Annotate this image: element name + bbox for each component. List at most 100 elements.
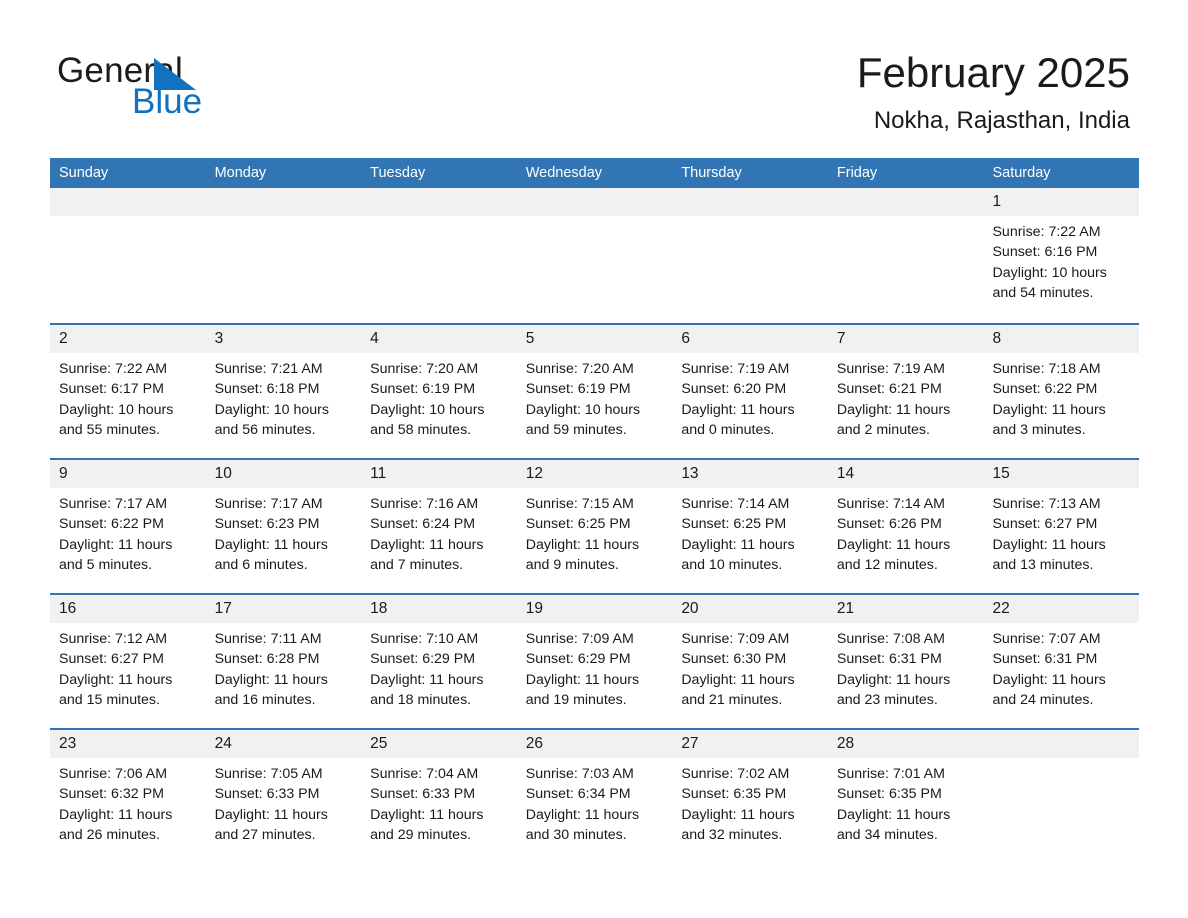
daylight-text-line1: Daylight: 11 hours (59, 671, 173, 688)
day-cell[interactable]: 13 Sunrise: 7:14 AM Sunset: 6:25 PM Dayl… (672, 460, 828, 593)
sunset-text: Sunset: 6:28 PM (214, 651, 320, 668)
day-cell[interactable]: 18 Sunrise: 7:10 AM Sunset: 6:29 PM Dayl… (361, 595, 517, 728)
day-cell[interactable]: 21 Sunrise: 7:08 AM Sunset: 6:31 PM Dayl… (827, 595, 984, 728)
day-cell[interactable]: 20 Sunrise: 7:09 AM Sunset: 6:30 PM Dayl… (672, 595, 828, 728)
day-cell[interactable]: 28 Sunrise: 7:01 AM Sunset: 6:35 PM Dayl… (827, 730, 984, 863)
day-cell[interactable]: 6 Sunrise: 7:19 AM Sunset: 6:20 PM Dayli… (672, 325, 828, 458)
day-cell[interactable]: 27 Sunrise: 7:02 AM Sunset: 6:35 PM Dayl… (672, 730, 828, 863)
day-cell[interactable] (516, 188, 673, 323)
day-number-band: 10 (205, 460, 362, 488)
day-number-band: 17 (205, 595, 362, 623)
day-cell[interactable]: 11 Sunrise: 7:16 AM Sunset: 6:24 PM Dayl… (361, 460, 517, 593)
day-cell[interactable] (50, 188, 206, 323)
sunset-text: Sunset: 6:32 PM (59, 786, 164, 803)
sunset-text: Sunset: 6:33 PM (370, 786, 476, 803)
daylight-text-line2: and 6 minutes. (214, 556, 308, 573)
day-number-band: 27 (672, 730, 828, 758)
day-details: Sunrise: 7:06 AM Sunset: 6:32 PM Dayligh… (50, 758, 206, 845)
daylight-text-line2: and 58 minutes. (370, 421, 472, 438)
day-cell[interactable]: 1 Sunrise: 7:22 AM Sunset: 6:16 PM Dayli… (983, 188, 1140, 323)
daylight-text-line1: Daylight: 11 hours (370, 536, 484, 553)
sunset-text: Sunset: 6:18 PM (214, 381, 320, 398)
daylight-text-line2: and 29 minutes. (370, 826, 472, 843)
day-number: 7 (836, 330, 846, 347)
day-number: 6 (681, 330, 690, 347)
day-details: Sunrise: 7:15 AM Sunset: 6:25 PM Dayligh… (517, 488, 673, 575)
day-cell[interactable]: 10 Sunrise: 7:17 AM Sunset: 6:23 PM Dayl… (205, 460, 362, 593)
day-number-band: 1 (983, 188, 1140, 216)
day-cell[interactable] (361, 188, 517, 323)
day-cell[interactable]: 4 Sunrise: 7:20 AM Sunset: 6:19 PM Dayli… (361, 325, 517, 458)
day-number-band: 21 (827, 595, 984, 623)
day-cell[interactable]: 9 Sunrise: 7:17 AM Sunset: 6:22 PM Dayli… (50, 460, 206, 593)
day-cell[interactable] (205, 188, 362, 323)
day-number-band: 24 (205, 730, 362, 758)
day-number: 28 (836, 735, 855, 752)
sunset-text: Sunset: 6:25 PM (525, 516, 631, 533)
daylight-text-line2: and 30 minutes. (525, 826, 627, 843)
day-number-band: 28 (827, 730, 984, 758)
daylight-text-line1: Daylight: 11 hours (992, 671, 1106, 688)
sunrise-text: Sunrise: 7:14 AM (681, 496, 790, 512)
daylight-text-line2: and 32 minutes. (681, 826, 783, 843)
daylight-text-line2: and 55 minutes. (59, 421, 160, 438)
daylight-text-line1: Daylight: 10 hours (59, 401, 174, 418)
day-cell[interactable]: 24 Sunrise: 7:05 AM Sunset: 6:33 PM Dayl… (205, 730, 362, 863)
daylight-text-line2: and 34 minutes. (836, 826, 938, 843)
daylight-text-line1: Daylight: 11 hours (836, 806, 951, 823)
day-number-band (50, 188, 206, 216)
sunrise-text: Sunrise: 7:01 AM (836, 766, 945, 782)
day-cell[interactable]: 16 Sunrise: 7:12 AM Sunset: 6:27 PM Dayl… (50, 595, 206, 728)
day-cell[interactable]: 15 Sunrise: 7:13 AM Sunset: 6:27 PM Dayl… (983, 460, 1140, 593)
day-cell[interactable] (983, 730, 1140, 863)
daylight-text-line2: and 12 minutes. (836, 556, 938, 573)
day-cell[interactable]: 19 Sunrise: 7:09 AM Sunset: 6:29 PM Dayl… (516, 595, 673, 728)
day-cell[interactable]: 26 Sunrise: 7:03 AM Sunset: 6:34 PM Dayl… (516, 730, 673, 863)
day-cell[interactable]: 7 Sunrise: 7:19 AM Sunset: 6:21 PM Dayli… (827, 325, 984, 458)
day-number-band: 19 (516, 595, 673, 623)
sunrise-text: Sunrise: 7:05 AM (214, 766, 323, 782)
day-number-band: 8 (983, 325, 1140, 353)
sunset-text: Sunset: 6:27 PM (59, 651, 164, 668)
day-cell[interactable]: 25 Sunrise: 7:04 AM Sunset: 6:33 PM Dayl… (361, 730, 517, 863)
day-number: 23 (59, 735, 77, 752)
week-row: 16 Sunrise: 7:12 AM Sunset: 6:27 PM Dayl… (50, 593, 1140, 728)
day-details: Sunrise: 7:21 AM Sunset: 6:18 PM Dayligh… (206, 353, 362, 440)
day-cell[interactable]: 8 Sunrise: 7:18 AM Sunset: 6:22 PM Dayli… (983, 325, 1140, 458)
daylight-text-line1: Daylight: 11 hours (525, 806, 640, 823)
daylight-text-line1: Daylight: 11 hours (214, 806, 328, 823)
day-cell[interactable] (672, 188, 828, 323)
day-details (361, 216, 517, 222)
day-number: 15 (992, 465, 1010, 482)
sunrise-text: Sunrise: 7:11 AM (214, 631, 322, 647)
day-cell[interactable]: 23 Sunrise: 7:06 AM Sunset: 6:32 PM Dayl… (50, 730, 206, 863)
day-details: Sunrise: 7:12 AM Sunset: 6:27 PM Dayligh… (50, 623, 206, 710)
sunset-text: Sunset: 6:31 PM (836, 651, 942, 668)
day-cell[interactable]: 2 Sunrise: 7:22 AM Sunset: 6:17 PM Dayli… (50, 325, 206, 458)
sunset-text: Sunset: 6:22 PM (59, 516, 164, 533)
location-subtitle: Nokha, Rajasthan, India (873, 107, 1130, 134)
day-number-band (361, 188, 517, 216)
daylight-text-line1: Daylight: 11 hours (214, 536, 328, 553)
day-cell[interactable]: 22 Sunrise: 7:07 AM Sunset: 6:31 PM Dayl… (983, 595, 1140, 728)
day-number: 22 (992, 600, 1010, 617)
daylight-text-line1: Daylight: 11 hours (836, 536, 951, 553)
daylight-text-line1: Daylight: 11 hours (836, 671, 951, 688)
day-cell[interactable] (827, 188, 984, 323)
general-blue-logo[interactable]: General Blue (57, 52, 357, 132)
day-details: Sunrise: 7:19 AM Sunset: 6:21 PM Dayligh… (828, 353, 984, 440)
day-cell[interactable]: 12 Sunrise: 7:15 AM Sunset: 6:25 PM Dayl… (516, 460, 673, 593)
sunrise-text: Sunrise: 7:13 AM (992, 496, 1101, 512)
daylight-text-line2: and 13 minutes. (992, 556, 1094, 573)
sunset-text: Sunset: 6:29 PM (370, 651, 476, 668)
day-number: 10 (214, 465, 232, 482)
day-number-band: 9 (50, 460, 206, 488)
daylight-text-line1: Daylight: 11 hours (992, 536, 1106, 553)
day-cell[interactable]: 17 Sunrise: 7:11 AM Sunset: 6:28 PM Dayl… (205, 595, 362, 728)
day-number-band: 25 (361, 730, 517, 758)
sunrise-text: Sunrise: 7:06 AM (59, 766, 168, 782)
day-cell[interactable]: 3 Sunrise: 7:21 AM Sunset: 6:18 PM Dayli… (205, 325, 362, 458)
day-cell[interactable]: 5 Sunrise: 7:20 AM Sunset: 6:19 PM Dayli… (516, 325, 673, 458)
sunrise-text: Sunrise: 7:14 AM (836, 496, 945, 512)
day-cell[interactable]: 14 Sunrise: 7:14 AM Sunset: 6:26 PM Dayl… (827, 460, 984, 593)
